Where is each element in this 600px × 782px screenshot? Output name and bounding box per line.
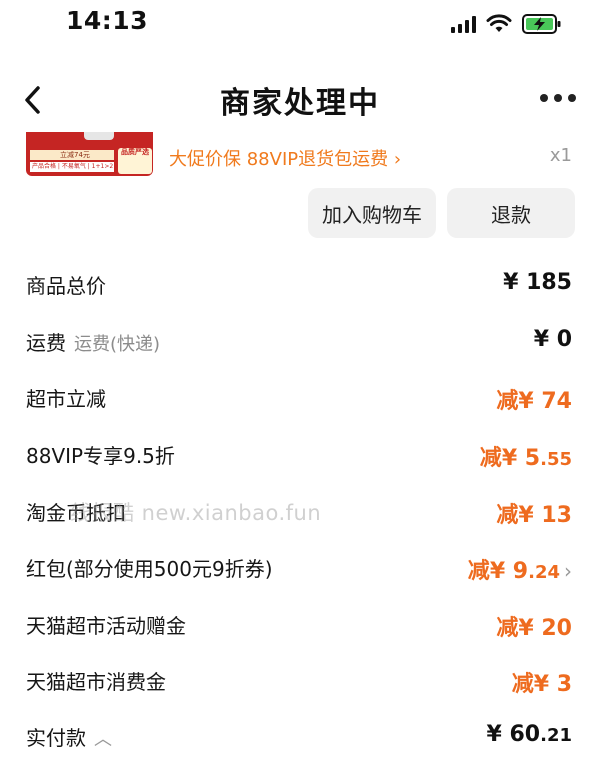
nav-bar: 商家处理中 [0,70,600,130]
status-icons [451,10,562,38]
promo-link[interactable]: 大促价保 88VIP退货包运费 › [169,145,401,171]
row-label: 运费 运费(快递) [26,331,161,355]
row-discount: 天猫超市活动赠金 减¥ 20 [26,610,572,646]
row-discount: 淘金币抵扣 减¥ 13 [26,497,572,533]
status-bar: 14:13 [0,0,600,52]
status-time: 14:13 [66,6,149,35]
battery-charging-icon [522,14,561,34]
chevron-right-icon: › [564,559,572,583]
total-label: 实付款 ︿ [26,726,112,750]
row-label: 天猫超市消费金 [26,670,166,694]
row-discount: 超市立减 减¥ 74 [26,383,572,419]
row-label: 88VIP专享9.5折 [26,444,175,468]
row-value: 减¥ 3 [511,672,572,697]
refund-button[interactable]: 退款 [447,188,575,238]
row-label: 红包(部分使用500元9折券) [26,557,273,581]
row-label: 商品总价 [26,274,106,298]
more-dots-icon[interactable] [540,86,580,110]
product-thumbnail[interactable]: 立减74元 产品合格 | 不易氧气 | 1+1>2 品质严选 [26,132,153,176]
add-to-cart-button[interactable]: 加入购物车 [308,188,436,238]
thumb-tags: 产品合格 | 不易氧气 | 1+1>2 [30,162,114,172]
row-total[interactable]: 实付款 ︿ ¥ 60.21 [26,722,572,758]
row-value: 减¥ 13 [496,503,572,528]
page-title: 商家处理中 [220,86,380,121]
row-value: ¥ 0 [533,327,572,352]
row-label: 天猫超市活动赠金 [26,614,186,638]
row-discount: 天猫超市消费金 减¥ 3 [26,666,572,702]
chevron-up-icon: ︿ [94,729,112,750]
cellular-signal-icon [451,15,476,33]
row-label: 淘金币抵扣 [26,501,126,525]
thumb-price: 立减74元 [30,150,114,160]
row-value: ¥ 185 [503,270,572,295]
row-red-packet[interactable]: 红包(部分使用500元9折券) 减¥ 9.24 › [26,553,572,589]
row-value: 减¥ 5.55 [479,446,572,471]
quantity-label: x1 [549,145,572,166]
row-label: 超市立减 [26,387,106,411]
row-value: 减¥ 74 [496,389,572,414]
wifi-icon [486,14,512,32]
row-discount: 88VIP专享9.5折 减¥ 5.55 [26,440,572,476]
row-subtotal: 商品总价 ¥ 185 [26,270,572,306]
row-sublabel: 运费(快递) [74,334,161,355]
total-value: ¥ 60.21 [486,722,573,747]
row-shipping: 运费 运费(快递) ¥ 0 [26,327,572,363]
row-value: 减¥ 20 [496,616,572,641]
row-value: 减¥ 9.24 › [467,559,572,584]
thumb-badge: 品质严选 [118,148,152,174]
